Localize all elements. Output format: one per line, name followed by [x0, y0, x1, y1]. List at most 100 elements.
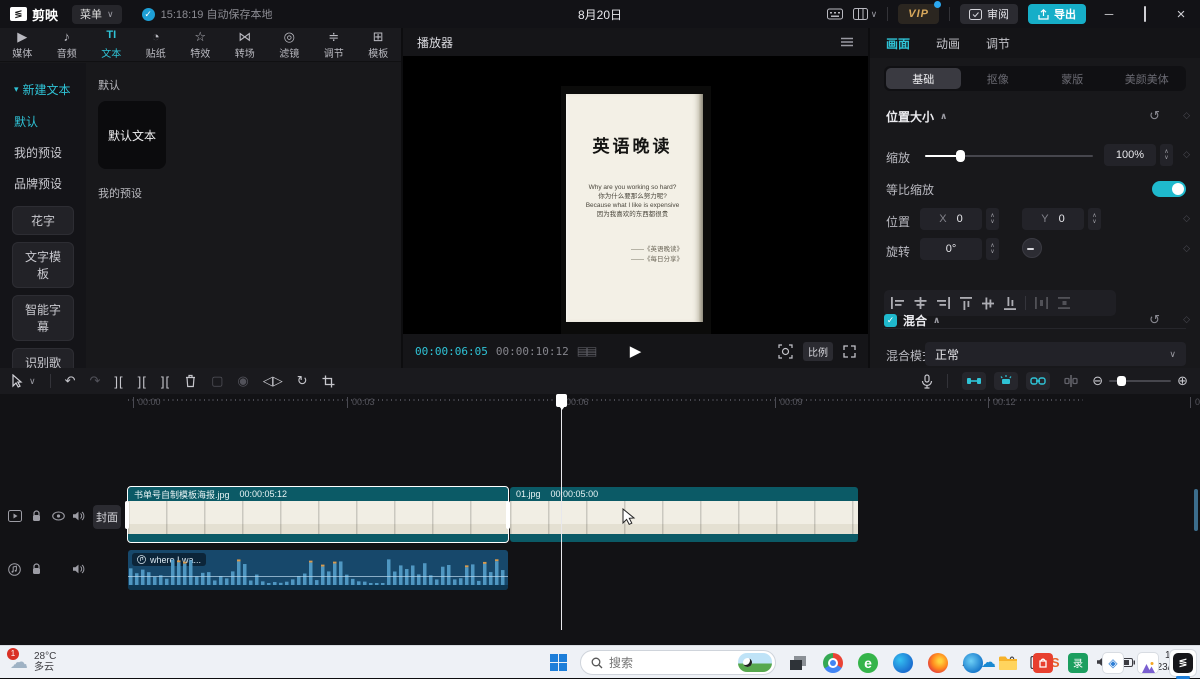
- preview-focus-icon[interactable]: [778, 344, 793, 359]
- capcut-taskbar-icon[interactable]: ≶: [1170, 650, 1196, 676]
- uniform-scale-toggle[interactable]: [1152, 181, 1186, 197]
- keyframe-diamond-icon[interactable]: ◇: [1183, 149, 1190, 160]
- reset-position-size-icon[interactable]: ↺: [1149, 108, 1160, 124]
- play-button[interactable]: ▶: [630, 342, 642, 360]
- align-middle-vertical-icon[interactable]: [981, 296, 995, 311]
- diamond-app-icon[interactable]: ◈: [1100, 650, 1126, 676]
- keyframe-diamond-icon[interactable]: ◇: [1183, 243, 1190, 254]
- menu-button[interactable]: 菜单 ∨: [72, 5, 122, 24]
- select-tool-button[interactable]: [10, 374, 23, 388]
- aspect-ratio-button[interactable]: 比例: [803, 342, 833, 361]
- clip-trim-handle-right[interactable]: [506, 501, 510, 529]
- position-x-field[interactable]: X 0: [920, 208, 982, 230]
- search-input[interactable]: [609, 656, 719, 670]
- tab-effects[interactable]: ☆特效: [178, 28, 223, 61]
- scale-slider[interactable]: [925, 155, 1093, 157]
- pinduoduo-icon[interactable]: [1030, 650, 1056, 676]
- video-clip-1[interactable]: 书单号自制模板海报.jpg 00:00:05:12: [128, 487, 508, 542]
- preview-quality-icon[interactable]: ▤▤: [577, 344, 596, 358]
- video-track-mute-icon[interactable]: [72, 510, 85, 522]
- distribute-horizontal-icon[interactable]: [1034, 296, 1049, 310]
- blend-checkbox[interactable]: ✓: [884, 314, 897, 327]
- tab-filter[interactable]: ◎滤镜: [267, 28, 312, 61]
- export-button[interactable]: 导出: [1028, 4, 1086, 24]
- timeline-zoom-slider[interactable]: [1109, 380, 1171, 382]
- undo-button[interactable]: ↶: [65, 373, 76, 389]
- timeline-ruler[interactable]: [128, 399, 1083, 401]
- tab-adjust-clip[interactable]: 调节: [986, 35, 1010, 52]
- select-tool-dropdown[interactable]: ∨: [29, 376, 36, 387]
- sidebar-item-auto-captions[interactable]: 智能字幕: [12, 295, 74, 341]
- tab-template[interactable]: ⊞模板: [356, 28, 401, 61]
- video-track-lock-icon[interactable]: [31, 510, 42, 522]
- rotate-value-box[interactable]: 0°: [920, 238, 982, 260]
- audio-track-mute-icon[interactable]: [72, 563, 85, 575]
- layout-switch-button[interactable]: ∨: [853, 8, 878, 20]
- ie-browser-icon[interactable]: e: [855, 650, 881, 676]
- player-menu-icon[interactable]: [840, 36, 854, 48]
- rotate-stepper[interactable]: ∧∨: [986, 238, 999, 260]
- fullscreen-icon[interactable]: [843, 345, 856, 358]
- subtab-beauty[interactable]: 美颜美体: [1110, 68, 1185, 89]
- section-position-size[interactable]: 位置大小 ∧: [886, 108, 947, 125]
- close-button[interactable]: ×: [1168, 6, 1194, 23]
- playhead-line[interactable]: [561, 394, 562, 630]
- subtab-cutout[interactable]: 抠像: [961, 68, 1036, 89]
- auto-snap-toggle[interactable]: [994, 372, 1018, 390]
- audio-track-lock-icon[interactable]: [31, 563, 42, 575]
- video-clip-2[interactable]: 01.jpg 00:00:05:00: [510, 487, 858, 542]
- subtab-basic[interactable]: 基础: [886, 68, 961, 89]
- playhead-handle[interactable]: [556, 394, 567, 407]
- rotate-button[interactable]: ↻: [297, 373, 308, 389]
- task-view-icon[interactable]: [785, 650, 811, 676]
- taskbar-search[interactable]: [580, 650, 776, 675]
- align-bottom-icon[interactable]: [1003, 296, 1017, 311]
- align-left-icon[interactable]: [890, 296, 905, 310]
- reset-blend-icon[interactable]: ↺: [1149, 312, 1160, 328]
- minimize-button[interactable]: ─: [1096, 7, 1122, 21]
- preview-axis-toggle[interactable]: [1064, 374, 1078, 388]
- zoom-in-icon[interactable]: ⊕: [1177, 373, 1188, 389]
- maximize-button[interactable]: [1132, 7, 1158, 21]
- tab-adjust[interactable]: ≑调节: [312, 28, 357, 61]
- sidebar-item-default[interactable]: 默认: [0, 106, 86, 137]
- scale-value-box[interactable]: 100%: [1104, 144, 1156, 166]
- start-button[interactable]: [545, 650, 571, 676]
- firefox-icon[interactable]: [925, 650, 951, 676]
- cover-button[interactable]: 封面: [93, 505, 121, 529]
- default-text-tile[interactable]: 默认文本: [98, 101, 166, 169]
- tab-animation[interactable]: 动画: [936, 35, 960, 52]
- timeline-scrollbar[interactable]: [1194, 489, 1198, 531]
- mountain-app-icon[interactable]: [1135, 650, 1161, 676]
- screen-recorder-icon[interactable]: 录: [1065, 650, 1091, 676]
- audio-clip[interactable]: where I wa...: [128, 550, 508, 590]
- timeline-zoom-knob[interactable]: [1117, 376, 1126, 386]
- delete-button[interactable]: [184, 374, 197, 388]
- keyframe-diamond-icon[interactable]: ◇: [1183, 314, 1190, 325]
- split-right-button[interactable]: ][: [161, 374, 170, 389]
- reverse-button[interactable]: ◉: [237, 373, 248, 389]
- shortcut-keyboard-icon[interactable]: [827, 8, 843, 20]
- sidebar-item-brand-presets[interactable]: 品牌预设: [0, 168, 86, 199]
- browser360-icon[interactable]: [960, 650, 986, 676]
- main-track-magnet-toggle[interactable]: [962, 372, 986, 390]
- position-y-stepper[interactable]: ∧∨: [1088, 208, 1101, 230]
- tab-picture[interactable]: 画面: [886, 35, 910, 52]
- search-highlight-image[interactable]: [738, 653, 772, 672]
- linkage-toggle[interactable]: [1026, 372, 1050, 390]
- sidebar-new-text[interactable]: ▾ 新建文本: [0, 73, 86, 106]
- section-blend[interactable]: ✓ 混合 ∧: [884, 312, 940, 329]
- sidebar-item-my-presets[interactable]: 我的预设: [0, 137, 86, 168]
- subtab-mask[interactable]: 蒙版: [1035, 68, 1110, 89]
- align-top-icon[interactable]: [959, 296, 973, 311]
- split-left-button[interactable]: ][: [138, 374, 147, 389]
- clip-trim-handle-left[interactable]: [125, 501, 129, 529]
- crop-button[interactable]: [322, 375, 335, 388]
- tab-audio[interactable]: ♪音频: [45, 28, 90, 61]
- keyframe-diamond-icon[interactable]: ◇: [1183, 213, 1190, 224]
- align-right-icon[interactable]: [936, 296, 951, 310]
- split-button[interactable]: ][: [114, 374, 123, 389]
- tab-text[interactable]: TI文本: [89, 28, 134, 61]
- review-button[interactable]: 审阅: [960, 4, 1018, 24]
- mirror-button[interactable]: ◁▷: [263, 373, 283, 389]
